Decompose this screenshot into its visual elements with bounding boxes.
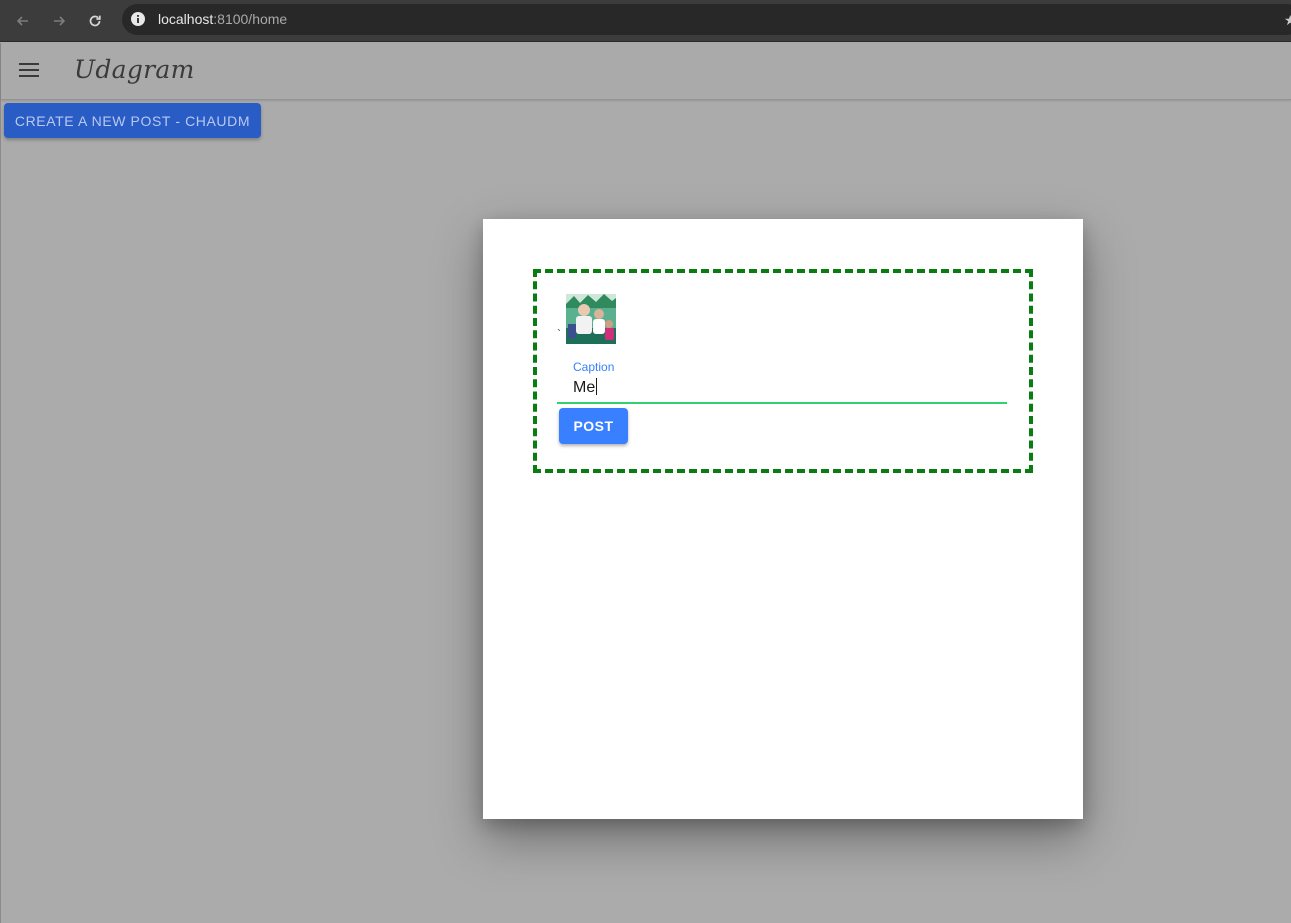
caption-label: Caption [573,360,615,374]
reload-icon [89,15,101,27]
menu-icon[interactable] [19,63,41,79]
post-button[interactable]: POST [559,408,628,444]
caption-value[interactable]: Me [573,378,598,397]
forward-button[interactable] [47,9,71,33]
caption-input[interactable]: Me [557,377,1007,404]
reload-button[interactable] [83,9,107,33]
back-button[interactable] [11,9,35,33]
info-icon[interactable] [130,11,146,27]
image-preview [566,294,616,344]
url-text[interactable]: localhost:8100/home [158,11,287,27]
app-title: Udagram [74,55,195,84]
photo-thumbnail [566,294,616,344]
create-post-button[interactable]: CREATE A NEW POST - CHAUDM [4,103,261,138]
arrow-left-icon [16,16,28,26]
text-caret [596,378,598,395]
arrow-right-icon [54,16,66,26]
url-host: localhost [158,11,214,27]
url-path: :8100/home [213,11,288,27]
address-bar[interactable]: localhost:8100/home [122,4,1291,35]
bookmark-star-icon[interactable]: ★ [1284,12,1291,29]
stray-character: ` [557,327,561,341]
caption-text: Me [573,379,596,396]
app-toolbar: Udagram [1,43,1291,100]
post-form-container: ` Caption Me POST [533,269,1033,473]
browser-toolbar: localhost:8100/home ★ [0,0,1291,42]
new-post-modal: ` Caption Me POST [483,219,1083,819]
